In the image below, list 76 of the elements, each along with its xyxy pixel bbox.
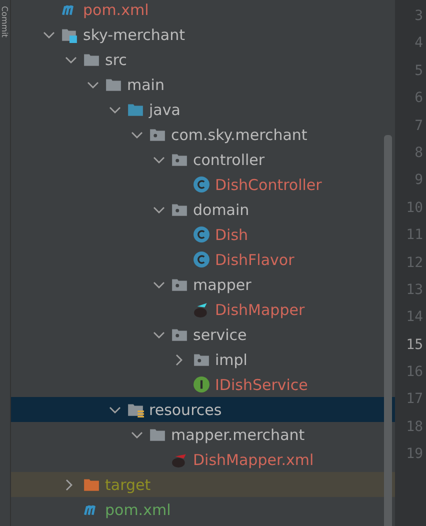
resources-folder-icon	[127, 401, 144, 418]
package-folder-icon	[171, 276, 188, 293]
tree-row[interactable]: java	[11, 97, 395, 122]
class-icon	[193, 226, 210, 243]
chevron-down-icon[interactable]	[65, 56, 77, 64]
file-name: service	[193, 326, 247, 344]
package-folder-icon	[193, 351, 210, 368]
excluded-folder-icon	[83, 476, 100, 493]
chevron-down-icon[interactable]	[153, 330, 165, 338]
file-name: sky-merchant	[83, 26, 186, 44]
folder-icon	[105, 76, 122, 93]
folder-icon	[83, 51, 100, 68]
chevron-down-icon[interactable]	[43, 30, 55, 38]
file-name: src	[105, 50, 127, 68]
tree-row[interactable]: DishMapper.xml	[11, 447, 395, 472]
package-folder-icon	[149, 126, 166, 143]
file-name: DishMapper	[215, 300, 305, 318]
file-name: Dish	[215, 226, 248, 244]
class-icon	[193, 251, 210, 268]
file-name: com.sky.merchant	[171, 126, 308, 144]
file-name: domain	[193, 200, 250, 218]
chevron-down-icon[interactable]	[153, 156, 165, 164]
commit-tab[interactable]: Commit	[0, 6, 9, 38]
chevron-down-icon[interactable]	[153, 206, 165, 214]
tree-row[interactable]: pom.xml	[11, 0, 395, 22]
chevron-down-icon[interactable]	[109, 106, 121, 114]
class-icon	[193, 176, 210, 193]
file-name: pom.xml	[105, 500, 171, 518]
file-name: target	[105, 476, 151, 494]
file-name: mapper.merchant	[171, 426, 305, 444]
tree-row[interactable]: mapper	[11, 272, 395, 297]
file-name: pom.xml	[83, 0, 149, 18]
bird-icon	[193, 301, 210, 318]
bird-icon	[171, 451, 188, 468]
chevron-down-icon[interactable]	[109, 406, 121, 414]
tree-row[interactable]: Dish	[11, 222, 395, 247]
file-name: IDishService	[215, 376, 308, 394]
tree-row[interactable]: sky-merchant	[11, 22, 395, 47]
chevron-right-icon[interactable]	[65, 478, 73, 490]
chevron-down-icon[interactable]	[131, 130, 143, 138]
package-folder-icon	[171, 326, 188, 343]
tree-row[interactable]: DishFlavor	[11, 247, 395, 272]
package-folder-icon	[171, 201, 188, 218]
tree-row[interactable]: src	[11, 47, 395, 72]
chevron-down-icon[interactable]	[131, 430, 143, 438]
line-number: 15	[406, 336, 423, 355]
tree-row[interactable]: main	[11, 72, 395, 97]
tree-row[interactable]: impl	[11, 347, 395, 372]
file-name: mapper	[193, 276, 252, 294]
file-name: controller	[193, 150, 265, 168]
scrollbar-thumb[interactable]	[384, 135, 392, 526]
tree-row[interactable]: controller	[11, 147, 395, 172]
chevron-down-icon[interactable]	[87, 80, 99, 88]
tree-row[interactable]: mapper.merchant	[11, 422, 395, 447]
file-name: DishMapper.xml	[193, 450, 314, 468]
tree-row[interactable]: service	[11, 322, 395, 347]
tree-row[interactable]: DishController	[11, 172, 395, 197]
file-name: java	[149, 100, 180, 118]
interface-icon	[193, 376, 210, 393]
file-name: impl	[215, 350, 248, 368]
folder-icon	[149, 426, 166, 443]
file-name: DishFlavor	[215, 250, 294, 268]
tree-row[interactable]: com.sky.merchant	[11, 122, 395, 147]
source-folder-icon	[127, 101, 144, 118]
tree-row[interactable]: DishMapper	[11, 297, 395, 322]
file-name: DishController	[215, 176, 322, 194]
package-folder-icon	[171, 151, 188, 168]
tree-row[interactable]: IDishService	[11, 372, 395, 397]
module-folder-icon	[61, 26, 78, 43]
file-name: main	[127, 76, 164, 94]
tree-row[interactable]: resources	[11, 397, 395, 422]
chevron-right-icon[interactable]	[175, 354, 183, 366]
tree-row[interactable]: pom.xml	[11, 497, 395, 522]
chevron-down-icon[interactable]	[153, 280, 165, 288]
file-name: resources	[149, 400, 222, 418]
tree-row[interactable]: domain	[11, 197, 395, 222]
